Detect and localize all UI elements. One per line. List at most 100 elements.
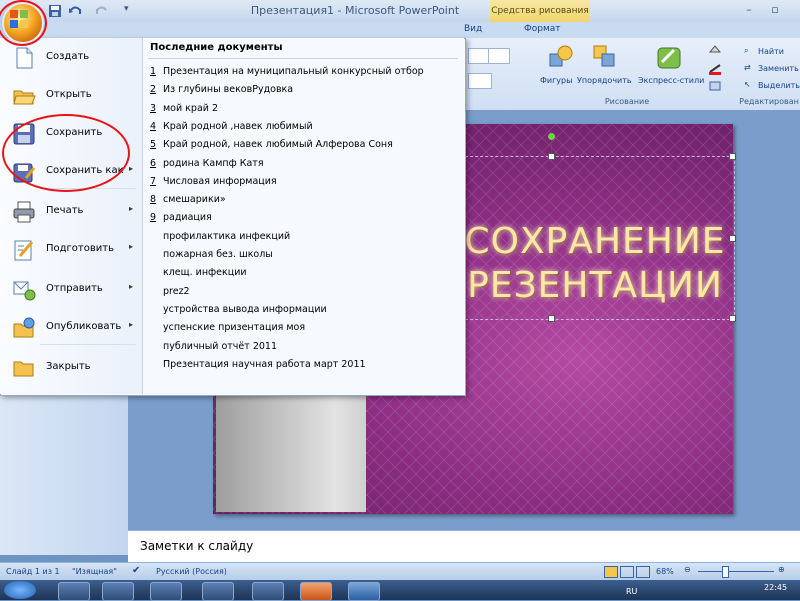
recent-document-name: радиация — [163, 212, 212, 224]
recent-document-item[interactable]: профилактика инфекций — [150, 231, 290, 249]
slide-grey-panel — [216, 392, 366, 512]
powerpoint-taskbar-icon[interactable] — [300, 582, 332, 601]
arrange-icon[interactable] — [592, 44, 618, 70]
recent-document-number: 5 — [150, 139, 157, 151]
line-color-icon[interactable] — [708, 63, 722, 75]
recent-document-name: Презентация научная работа март 2011 — [163, 358, 366, 370]
zoom-slider-thumb[interactable] — [722, 566, 729, 578]
fill-color-icon[interactable] — [708, 44, 722, 56]
slide-title-line1: СОХРАНЕНИЕ — [464, 221, 726, 262]
recent-document-name: prez2 — [163, 285, 190, 297]
recent-document-name: Край родной ,навек любимый — [163, 120, 313, 132]
word-taskbar-icon[interactable] — [348, 582, 380, 601]
submenu-arrow-icon: ▸ — [129, 320, 134, 329]
quick-styles-label[interactable]: Экспресс-стили — [638, 76, 704, 85]
recent-document-item[interactable]: 6 родина Кампф Катя — [150, 158, 264, 176]
spellcheck-icon[interactable]: ✔ — [132, 565, 140, 576]
resize-handle[interactable] — [548, 153, 555, 160]
menu-separator — [40, 344, 136, 345]
quick-styles-icon[interactable] — [656, 44, 682, 70]
normal-view-icon[interactable] — [604, 566, 618, 578]
maximize-button[interactable]: ▫ — [768, 3, 782, 17]
ie-icon[interactable] — [58, 582, 90, 601]
recent-document-item[interactable]: пожарная без. школы — [150, 249, 273, 267]
drawing-group-label: Рисование — [604, 97, 650, 106]
slideshow-icon[interactable] — [636, 566, 650, 578]
recent-document-item[interactable]: prez2 — [150, 286, 190, 304]
recent-document-item[interactable]: 2 Из глубины вековРудовка — [150, 84, 293, 102]
menu-item-send[interactable]: Отправить ▸ — [8, 272, 136, 308]
notes-placeholder[interactable]: Заметки к слайду — [140, 539, 253, 553]
slide-title[interactable]: СОХРАНЕНИЕ РЕЗЕНТАЦИИ — [450, 220, 740, 320]
send-icon — [12, 278, 36, 302]
recent-document-name: пожарная без. школы — [163, 249, 273, 260]
save-icon[interactable] — [48, 4, 62, 18]
rotate-handle[interactable] — [548, 133, 555, 140]
select-icon[interactable]: ↖ — [744, 80, 751, 89]
zoom-level[interactable]: 68% — [656, 567, 674, 576]
resize-handle[interactable] — [729, 153, 736, 160]
tab-view[interactable]: Вид — [464, 24, 482, 34]
customize-qat-icon[interactable]: ▾ — [124, 4, 138, 18]
menu-item-label: Закрыть — [46, 361, 91, 372]
find-button[interactable]: Найти — [758, 47, 784, 56]
recent-document-item[interactable]: 7 Числовая информация — [150, 176, 277, 194]
numbering-icon[interactable] — [488, 48, 510, 64]
recent-document-item[interactable]: 3 мой край 2 — [150, 103, 218, 121]
recent-document-item[interactable]: 9 радиация — [150, 212, 212, 230]
redo-icon[interactable] — [95, 4, 109, 18]
recent-document-item[interactable]: успенские призентация моя — [150, 322, 305, 340]
recent-document-name: Край родной, навек любимый Алферова Соня — [163, 139, 393, 151]
recent-document-number: 7 — [150, 175, 157, 187]
recent-document-name: профилактика инфекций — [163, 230, 291, 242]
replace-icon[interactable]: ⇄ — [744, 63, 751, 72]
recent-document-item[interactable]: устройства вывода информации — [150, 304, 327, 322]
menu-item-label: Открыть — [46, 89, 92, 100]
tab-format[interactable]: Формат — [524, 24, 561, 34]
select-button[interactable]: Выделить — [758, 81, 800, 90]
editing-group-label: Редактирован — [739, 97, 799, 106]
language-indicator[interactable]: Русский (Россия) — [156, 567, 227, 576]
language-tray[interactable]: RU — [626, 587, 637, 596]
firefox-icon[interactable] — [202, 582, 234, 601]
media-player-icon[interactable] — [150, 582, 182, 601]
submenu-arrow-icon: ▸ — [129, 164, 134, 173]
undo-icon[interactable] — [68, 4, 82, 18]
zoom-out-icon[interactable]: ⊖ — [684, 565, 691, 574]
shapes-label[interactable]: Фигуры — [540, 76, 572, 85]
slide-sorter-icon[interactable] — [620, 566, 634, 578]
recent-document-item[interactable]: 4 Край родной ,навек любимый — [150, 121, 313, 139]
clock[interactable]: 22:45 — [764, 583, 787, 592]
recent-document-item[interactable]: Презентация научная работа март 2011 — [150, 359, 366, 377]
menu-item-prepare[interactable]: Подготовить ▸ — [8, 232, 136, 268]
arrange-label[interactable]: Упорядочить — [577, 76, 632, 85]
annotation-circle-save — [2, 114, 130, 192]
zoom-slider[interactable] — [698, 571, 774, 572]
menu-item-publish[interactable]: Опубликовать ▸ — [8, 310, 136, 346]
columns-icon[interactable] — [468, 73, 492, 89]
zoom-in-icon[interactable]: ⊕ — [778, 565, 785, 574]
minimize-button[interactable]: – — [742, 3, 756, 17]
recent-document-item[interactable]: 5 Край родной, навек любимый Алферова Сон… — [150, 139, 393, 157]
recent-document-item[interactable]: публичный отчёт 2011 — [150, 341, 277, 359]
prepare-icon — [12, 238, 36, 262]
find-icon[interactable]: ⌕ — [744, 46, 748, 56]
recent-document-item[interactable]: 1 Презентация на муниципальный конкурсный… — [150, 66, 424, 84]
recent-document-name: Числовая информация — [163, 175, 277, 187]
menu-item-open-folder[interactable]: Открыть — [8, 78, 136, 114]
menu-item-printer[interactable]: Печать ▸ — [8, 194, 136, 230]
start-button[interactable] — [4, 581, 36, 599]
explorer-icon[interactable] — [102, 582, 134, 601]
recent-header-divider — [148, 58, 458, 59]
recent-document-item[interactable]: 8 смешарики» — [150, 194, 226, 212]
submenu-arrow-icon: ▸ — [129, 282, 134, 291]
effects-icon[interactable] — [708, 80, 722, 92]
recent-document-number: 1 — [150, 66, 157, 77]
menu-item-label: Опубликовать — [46, 321, 122, 332]
chat-icon[interactable] — [252, 582, 284, 601]
recent-document-item[interactable]: клещ. инфекции — [150, 267, 247, 285]
menu-item-close-folder[interactable]: Закрыть — [8, 350, 136, 386]
replace-button[interactable]: Заменить — [758, 64, 799, 73]
menu-item-label: Отправить — [46, 283, 103, 294]
shapes-icon[interactable] — [548, 44, 574, 70]
